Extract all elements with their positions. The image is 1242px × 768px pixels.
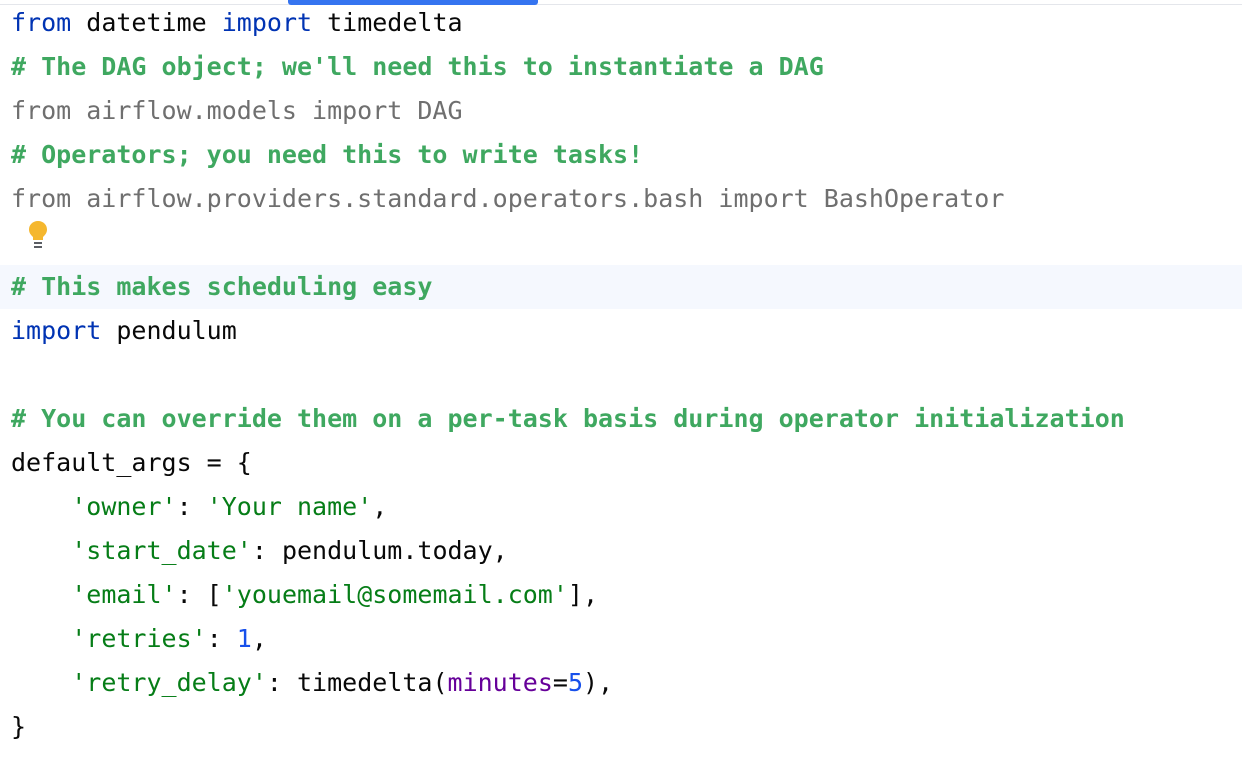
code-token: 'youemail@somemail.com' (221, 580, 568, 609)
code-line[interactable]: import pendulum (0, 309, 1242, 353)
code-token: 'start_date' (71, 536, 252, 565)
code-line[interactable]: 'retries': 1, (0, 617, 1242, 661)
code-token: : timedelta( (266, 668, 448, 697)
code-token: 'retries' (71, 624, 207, 653)
code-token: , (372, 492, 388, 521)
code-token: # You can override them on a per-task ba… (11, 404, 1125, 433)
code-token: 'email' (71, 580, 177, 609)
code-line[interactable]: from airflow.models import DAG (0, 89, 1242, 133)
code-token: 5 (567, 668, 583, 697)
code-token: : pendulum.today, (251, 536, 508, 565)
code-token: import (221, 8, 313, 37)
code-token: ), (583, 668, 614, 697)
code-line[interactable] (0, 221, 1242, 265)
code-token: minutes (447, 668, 553, 697)
code-token: # Operators; you need this to write task… (11, 140, 644, 169)
code-line[interactable]: # This makes scheduling easy (0, 265, 1242, 309)
code-line[interactable]: # Operators; you need this to write task… (0, 133, 1242, 177)
code-line[interactable]: 'email': ['youemail@somemail.com'], (0, 573, 1242, 617)
code-token: : [ (176, 580, 222, 609)
code-token: # The DAG object; we'll need this to ins… (11, 52, 824, 81)
code-token: } (11, 712, 27, 741)
code-token: : (206, 624, 237, 653)
lightbulb-icon[interactable] (27, 220, 49, 250)
code-line[interactable]: default_args = { (0, 441, 1242, 485)
code-token: from (11, 8, 72, 37)
code-line[interactable] (0, 353, 1242, 397)
code-line[interactable]: 'retry_delay': timedelta(minutes=5), (0, 661, 1242, 705)
code-token: = (552, 668, 568, 697)
code-line[interactable]: # You can override them on a per-task ba… (0, 397, 1242, 441)
code-token: default_args = { (11, 448, 252, 477)
code-token: from airflow.providers.standard.operator… (11, 184, 1005, 213)
code-editor[interactable]: from datetime import timedelta # The DAG … (0, 0, 1242, 768)
code-token: 1 (236, 624, 252, 653)
code-token: from airflow.models import DAG (11, 96, 463, 125)
code-token: datetime (71, 8, 222, 37)
code-line[interactable]: # The DAG object; we'll need this to ins… (0, 45, 1242, 89)
code-token: 'Your name' (206, 492, 373, 521)
code-token: pendulum (101, 316, 237, 345)
code-line[interactable]: from airflow.providers.standard.operator… (0, 177, 1242, 221)
code-token: 'retry_delay' (71, 668, 267, 697)
code-token: 'owner' (71, 492, 177, 521)
code-token: , (251, 624, 267, 653)
code-token: timedelta (312, 8, 463, 37)
code-line[interactable]: from datetime import timedelta (0, 1, 1242, 45)
code-token: : (176, 492, 207, 521)
code-line[interactable]: } (0, 705, 1242, 749)
code-token: # This makes scheduling easy (11, 272, 433, 301)
code-line[interactable]: 'owner': 'Your name', (0, 485, 1242, 529)
code-token: ], (567, 580, 599, 609)
code-line[interactable]: 'start_date': pendulum.today, (0, 529, 1242, 573)
code-token: import (11, 316, 102, 345)
